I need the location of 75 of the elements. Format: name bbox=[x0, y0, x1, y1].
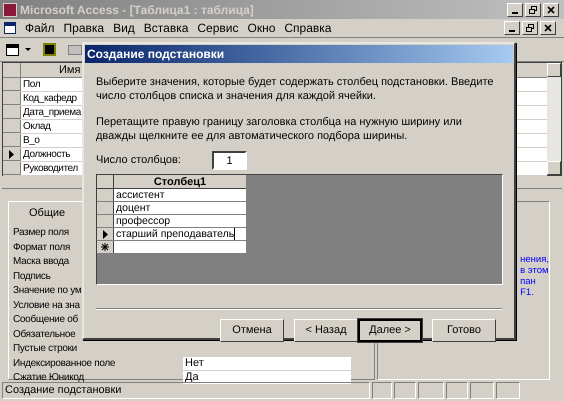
menu-item[interactable]: Окно bbox=[247, 19, 276, 37]
print-icon[interactable] bbox=[68, 44, 82, 54]
dialog-button[interactable]: Далее > bbox=[358, 319, 422, 342]
status-panel bbox=[394, 382, 416, 399]
property-label: Пустые строки bbox=[13, 342, 77, 356]
row-selector[interactable] bbox=[97, 202, 114, 214]
minimize-icon bbox=[512, 12, 518, 14]
view-icon[interactable] bbox=[6, 44, 19, 56]
scroll-down-button[interactable] bbox=[547, 161, 561, 175]
menu-item[interactable]: Справка bbox=[284, 19, 332, 37]
field-name: Код_кафедр bbox=[22, 92, 77, 105]
column-header: Имя bbox=[59, 63, 80, 77]
field-name: Руководител bbox=[22, 162, 78, 175]
close-icon bbox=[546, 4, 556, 14]
app-icon bbox=[3, 2, 17, 16]
property-label: Подпись bbox=[13, 270, 50, 284]
property-label: Маска ввода bbox=[13, 255, 69, 270]
property-label: Сообщение об bbox=[13, 313, 78, 328]
minimize-icon bbox=[509, 30, 515, 32]
help-text: в этом bbox=[520, 264, 549, 276]
property-label: Обязательное bbox=[13, 328, 76, 342]
row-selector[interactable] bbox=[3, 148, 21, 161]
status-panel bbox=[470, 382, 494, 399]
menu-item[interactable]: Вставка bbox=[144, 19, 188, 37]
instruction-text: Выберите значения, которые будет содержать столбец подстановки. Введите число столбцов списка и значения для каждой ячейки. bbox=[96, 75, 495, 103]
field-name: Пол bbox=[22, 78, 40, 91]
row-selector[interactable] bbox=[97, 189, 114, 201]
menu-item[interactable]: Правка bbox=[64, 19, 104, 37]
save-icon[interactable] bbox=[43, 43, 56, 56]
column-header: Столбец1 bbox=[152, 175, 208, 188]
help-text: F1. bbox=[520, 286, 534, 298]
property-label: Формат поля bbox=[13, 240, 70, 255]
dialog-button[interactable]: < Назад bbox=[294, 319, 358, 342]
close-icon bbox=[543, 23, 553, 33]
columns-label: Число столбцов: bbox=[96, 153, 182, 168]
property-label: Индексированное поле bbox=[13, 356, 116, 371]
help-text: нения, bbox=[520, 254, 549, 264]
instruction-text: Перетащите правую границу заголовка столбца на нужную ширину или дважды щелкните ее для автоматического подбора ширины. bbox=[96, 115, 463, 143]
dialog-button[interactable]: Готово bbox=[432, 319, 496, 342]
dialog-button[interactable]: Отмена bbox=[220, 319, 284, 342]
property-value[interactable]: Да bbox=[183, 371, 351, 384]
property-label: Размер поля bbox=[13, 226, 69, 240]
menu-item[interactable]: Сервис bbox=[197, 19, 238, 37]
help-text: пан bbox=[520, 276, 536, 286]
scroll-up-button[interactable] bbox=[547, 63, 561, 77]
menu-item[interactable]: Файл bbox=[25, 19, 55, 37]
current-row-icon bbox=[102, 230, 108, 238]
minimize-button[interactable] bbox=[504, 21, 520, 35]
dialog-title: Создание подстановки bbox=[85, 45, 513, 63]
row-selector[interactable] bbox=[97, 215, 114, 227]
property-label: Условие на зна bbox=[13, 298, 80, 313]
restore-button[interactable] bbox=[522, 21, 538, 35]
property-label: Значение по ум bbox=[13, 284, 82, 298]
status-panel bbox=[418, 382, 444, 399]
status-panel bbox=[446, 382, 468, 399]
menu-item[interactable]: Вид bbox=[113, 19, 135, 37]
field-name: Дата_приема bbox=[22, 106, 81, 119]
close-button[interactable] bbox=[540, 21, 556, 35]
close-button[interactable] bbox=[543, 2, 559, 16]
field-name: Должность bbox=[22, 148, 70, 161]
status-text: Создание подстановки bbox=[2, 382, 370, 399]
restore-button[interactable] bbox=[525, 2, 541, 16]
minimize-button[interactable] bbox=[507, 2, 523, 16]
status-panel bbox=[496, 382, 520, 399]
property-label: Сжатие Юникод bbox=[13, 371, 84, 385]
window-title: Microsoft Access - [Таблица1 : таблица] bbox=[20, 2, 255, 18]
row-selector[interactable] bbox=[97, 228, 114, 240]
status-panel bbox=[372, 382, 392, 399]
field-name: В_о bbox=[22, 134, 40, 147]
table-icon[interactable] bbox=[4, 22, 16, 34]
caret-icon[interactable] bbox=[25, 48, 31, 52]
property-value[interactable]: Нет bbox=[183, 356, 351, 370]
columns-field[interactable]: 1 bbox=[212, 151, 247, 170]
current-row-icon bbox=[9, 150, 14, 158]
field-name: Оклад bbox=[22, 120, 50, 133]
